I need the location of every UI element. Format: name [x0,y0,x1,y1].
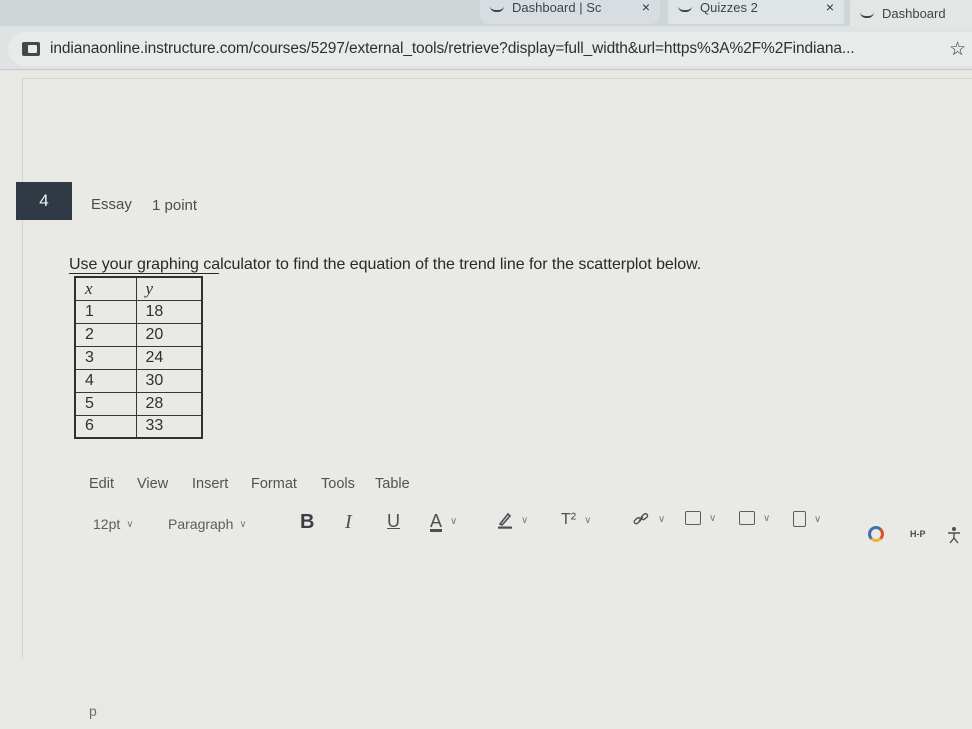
h5p-button[interactable]: H-P [910,529,926,539]
image-button[interactable]: ∨ [685,511,716,525]
text-color-icon: A [430,511,443,531]
menu-tools[interactable]: Tools [321,476,355,492]
font-size-value: 12pt [93,516,121,532]
tab-dashboard-sc[interactable]: Dashboard | Sc × [480,0,660,24]
block-format-select[interactable]: Paragraph ∨ [168,516,247,532]
superscript-icon: T² [561,511,577,528]
highlight-color-button[interactable]: ∨ [497,511,528,529]
prompt-underline [69,273,219,274]
link-icon [633,513,649,525]
chevron-down-icon: ∨ [450,516,458,527]
chevron-down-icon: ∨ [709,512,717,524]
table-cell-x: 5 [74,391,137,416]
menu-format[interactable]: Format [251,476,297,492]
tab-favicon-icon [490,3,504,12]
link-button[interactable]: ∨ [632,511,665,527]
h5p-icon: H-P [910,529,926,539]
block-format-value: Paragraph [168,516,234,532]
menu-view[interactable]: View [137,476,168,492]
menu-edit[interactable]: Edit [89,476,114,492]
table-header-row: x y [74,276,203,301]
document-button[interactable]: ∨ [793,511,821,527]
menu-insert[interactable]: Insert [192,476,228,492]
tab-quizzes[interactable]: Quizzes 2 × [668,0,844,24]
tab-favicon-icon [678,3,692,12]
tab-close-icon[interactable]: × [642,0,650,15]
document-icon [793,511,806,527]
table-cell-y: 33 [135,414,203,439]
accessibility-button[interactable] [946,526,962,544]
table-row: 1 18 [74,299,203,324]
table-cell-y: 24 [135,345,203,370]
chevron-down-icon: ∨ [763,512,771,524]
bold-icon: B [300,511,315,533]
chevron-down-icon: ∨ [521,514,529,526]
chevron-down-icon: ∨ [814,513,822,525]
table-row: 5 28 [74,391,203,416]
apps-icon [868,526,884,542]
tab-title: Dashboard [882,5,946,21]
table-cell-y: 20 [135,322,203,347]
table-row: 6 33 [74,414,203,439]
text-color-button[interactable]: A ∨ [430,511,457,532]
table-row: 3 24 [74,345,203,370]
data-table: x y 1 18 2 20 3 24 4 30 5 28 6 33 [74,276,203,439]
tab-title: Quizzes 2 [700,0,758,15]
chevron-down-icon: ∨ [239,518,247,530]
table-row: 4 30 [74,368,203,393]
highlighter-icon [498,512,512,529]
image-icon [685,511,701,525]
table-cell-x: 3 [74,345,137,370]
apps-button[interactable] [868,526,884,542]
chevron-down-icon: ∨ [584,514,592,526]
accessibility-icon [948,527,960,544]
table-row: 2 20 [74,322,203,347]
question-type: Essay [91,196,132,213]
tab-title: Dashboard | Sc [512,0,602,15]
table-cell-y: 30 [135,368,203,393]
table-cell-x: 6 [74,414,137,439]
question-prompt: Use your graphing calculator to find the… [69,256,702,273]
chevron-down-icon: ∨ [126,518,134,530]
address-bar[interactable]: indianaonline.instructure.com/courses/52… [8,32,972,66]
tab-close-icon[interactable]: × [826,0,834,15]
browser-toolbar: indianaonline.instructure.com/courses/52… [0,26,972,70]
font-size-select[interactable]: 12pt ∨ [93,516,134,532]
superscript-button[interactable]: T² ∨ [561,511,591,529]
bookmark-star-icon[interactable]: ☆ [949,38,966,61]
url-text[interactable]: indianaonline.instructure.com/courses/52… [50,40,855,58]
media-icon [739,511,755,525]
table-cell-x: 4 [74,368,137,393]
tab-favicon-icon [860,9,874,18]
underline-button[interactable]: U [387,511,400,532]
menu-table[interactable]: Table [375,476,410,492]
media-button[interactable]: ∨ [739,511,770,525]
tab-strip: Dashboard | Sc × Quizzes 2 × Dashboard [0,0,972,32]
table-cell-x: 1 [74,299,137,324]
chevron-down-icon: ∨ [658,513,666,525]
table-cell-y: 18 [135,299,203,324]
question-points: 1 point [152,197,198,214]
element-path: p [89,703,97,719]
table-header-y: y [135,276,203,301]
underline-icon: U [387,511,400,531]
question-number: 4 [16,182,72,220]
site-info-icon[interactable] [22,42,40,56]
table-cell-x: 2 [74,322,137,347]
table-header-x: x [74,276,137,301]
italic-button[interactable]: I [345,511,352,534]
table-cell-y: 28 [135,391,203,416]
bold-button[interactable]: B [300,511,314,534]
italic-icon: I [345,511,352,533]
